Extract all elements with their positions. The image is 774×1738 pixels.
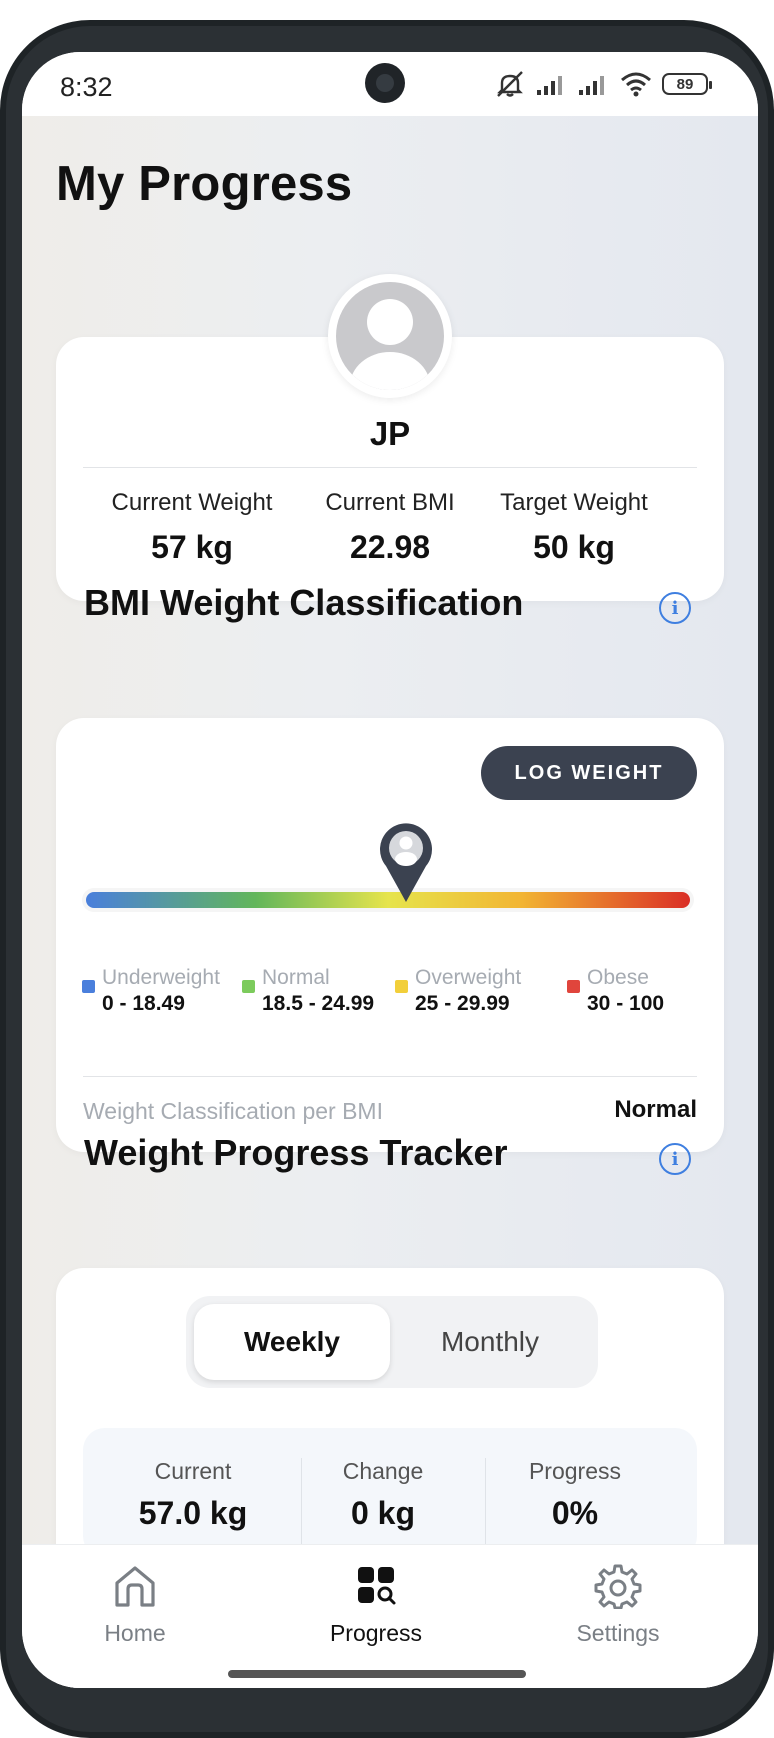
legend-name: Obese — [587, 966, 649, 989]
bmi-section-title: BMI Weight Classification — [84, 582, 524, 623]
battery-icon: 89 — [662, 73, 712, 95]
grid-search-icon — [358, 1567, 396, 1605]
period-toggle: Weekly Monthly — [186, 1296, 598, 1388]
legend-swatch — [567, 980, 580, 993]
tab-weekly[interactable]: Weekly — [194, 1304, 390, 1380]
nav-item-settings[interactable]: Settings — [528, 1563, 708, 1647]
legend-underweight: Underweight 0 - 18.49 — [82, 966, 220, 1016]
legend-range: 0 - 18.49 — [102, 992, 185, 1015]
home-icon — [115, 1566, 155, 1607]
summary-value: 57.0 kg — [138, 1495, 248, 1531]
bmi-divider — [83, 1076, 697, 1077]
legend-overweight: Overweight 25 - 29.99 — [395, 966, 521, 1016]
tracker-info-icon[interactable]: i — [659, 1143, 691, 1175]
signal-icon — [537, 76, 562, 95]
summary-change: Change 0 kg — [293, 1458, 473, 1532]
stat-value: 57 kg — [151, 529, 233, 565]
summary-value: 0 kg — [350, 1495, 416, 1531]
summary-progress: Progress 0% — [485, 1458, 665, 1532]
mute-icon — [497, 71, 523, 97]
legend-range: 30 - 100 — [587, 992, 665, 1015]
avatar-placeholder-icon — [336, 282, 444, 390]
stat-target-weight: Target Weight 50 kg — [474, 489, 674, 566]
summary-current: Current 57.0 kg — [103, 1458, 283, 1532]
nav-item-progress[interactable]: Progress — [286, 1563, 466, 1647]
user-initials: JP — [369, 415, 411, 452]
front-camera — [365, 63, 405, 103]
nav-label: Progress — [329, 1620, 423, 1646]
nav-label: Settings — [576, 1620, 660, 1646]
avatar[interactable] — [328, 274, 452, 398]
stat-value: 22.98 — [349, 529, 431, 565]
nav-label: Home — [104, 1620, 166, 1646]
status-icons: 89 — [494, 70, 712, 98]
tab-monthly[interactable]: Monthly — [392, 1304, 588, 1380]
log-weight-button[interactable]: LOG WEIGHT — [481, 746, 697, 800]
legend-range: 25 - 29.99 — [415, 992, 510, 1015]
profile-divider — [83, 467, 697, 468]
screen: 8:32 89 My Progress JP Current Weight 57… — [22, 52, 758, 1688]
tracker-section-title: Weight Progress Tracker — [84, 1132, 508, 1173]
page-title: My Progress — [56, 157, 353, 211]
summary-value: 0% — [551, 1495, 599, 1531]
stat-label: Current BMI — [325, 489, 455, 516]
home-indicator[interactable] — [228, 1670, 526, 1678]
stat-value: 50 kg — [533, 529, 615, 565]
stat-label: Target Weight — [500, 489, 648, 516]
summary-label: Change — [342, 1458, 424, 1484]
bmi-card: LOG WEIGHT Underweight 0 - 18.49 Normal … — [56, 718, 724, 1152]
signal-icon — [579, 76, 604, 95]
legend-swatch — [242, 980, 255, 993]
gear-icon — [594, 1564, 642, 1610]
legend-swatch — [82, 980, 95, 993]
wifi-icon — [621, 72, 651, 97]
nav-item-home[interactable]: Home — [45, 1563, 225, 1647]
progress-summary: Current 57.0 kg Change 0 kg Progress 0% — [83, 1428, 697, 1558]
status-bar: 8:32 89 — [22, 52, 758, 116]
stat-current-weight: Current Weight 57 kg — [92, 489, 292, 566]
summary-label: Current — [154, 1458, 232, 1484]
classification-value: Normal — [614, 1096, 697, 1123]
legend-range: 18.5 - 24.99 — [262, 992, 375, 1015]
bmi-info-icon[interactable]: i — [659, 592, 691, 624]
status-time: 8:32 — [60, 72, 113, 102]
classification-label: Weight Classification per BMI — [83, 1098, 383, 1124]
legend-name: Overweight — [415, 966, 522, 989]
legend-name: Underweight — [102, 966, 220, 989]
legend-obese: Obese 30 - 100 — [567, 966, 664, 1016]
stat-current-bmi: Current BMI 22.98 — [290, 489, 490, 566]
legend-name: Normal — [262, 966, 330, 989]
bmi-location-pin-icon — [380, 823, 433, 902]
legend-swatch — [395, 980, 408, 993]
summary-label: Progress — [528, 1458, 622, 1484]
bottom-nav: Home Progress Settings — [22, 1544, 758, 1688]
stat-label: Current Weight — [111, 489, 273, 516]
legend-normal: Normal 18.5 - 24.99 — [242, 966, 374, 1016]
